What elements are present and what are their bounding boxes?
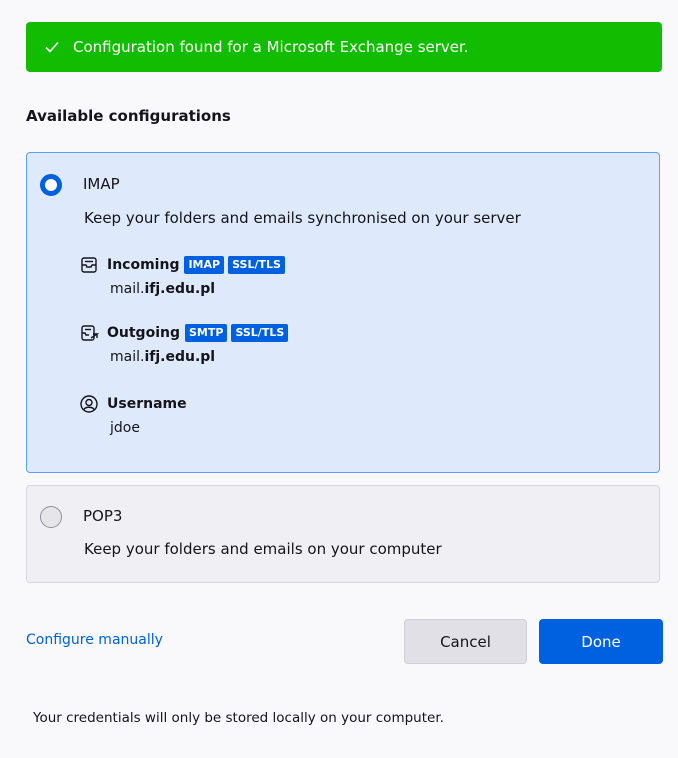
account-setup-panel: Configuration found for a Microsoft Exch… [10,0,678,758]
outgoing-security-badge: SSL/TLS [231,324,289,342]
option-imap-title: IMAP [83,175,120,193]
inbox-icon [79,255,99,275]
outgoing-host: mail.ifj.edu.pl [110,349,216,365]
user-icon [79,394,99,414]
section-heading: Available configurations [26,107,231,125]
incoming-server: Incoming IMAP SSL/TLS mail.ifj.edu.pl [79,253,639,297]
option-imap-description: Keep your folders and emails synchronise… [84,209,521,227]
credentials-notice: Your credentials will only be stored loc… [33,710,444,726]
incoming-label: Incoming [107,257,180,273]
radio-pop3[interactable] [40,506,62,528]
check-icon [43,38,61,56]
option-pop3-description: Keep your folders and emails on your com… [84,540,442,558]
option-imap[interactable]: IMAP Keep your folders and emails synchr… [26,152,660,473]
banner-text: Configuration found for a Microsoft Exch… [73,38,469,56]
outgoing-server: Outgoing SMTP SSL/TLS mail.ifj.edu.pl [79,321,639,365]
option-pop3[interactable]: POP3 Keep your folders and emails on you… [26,485,660,583]
cancel-button[interactable]: Cancel [404,619,527,664]
username-info: Username jdoe [79,392,639,436]
username-label: Username [107,396,187,412]
done-button[interactable]: Done [539,619,663,664]
incoming-security-badge: SSL/TLS [228,256,285,274]
radio-imap[interactable] [40,174,62,196]
configure-manually-link[interactable]: Configure manually [26,632,163,648]
outgoing-protocol-badge: SMTP [185,324,228,342]
outbox-icon [79,323,99,343]
incoming-host: mail.ifj.edu.pl [110,281,216,297]
success-banner: Configuration found for a Microsoft Exch… [26,22,662,72]
username-value: jdoe [110,420,140,436]
option-pop3-title: POP3 [83,507,123,525]
incoming-protocol-badge: IMAP [184,256,225,274]
outgoing-label: Outgoing [107,325,180,341]
